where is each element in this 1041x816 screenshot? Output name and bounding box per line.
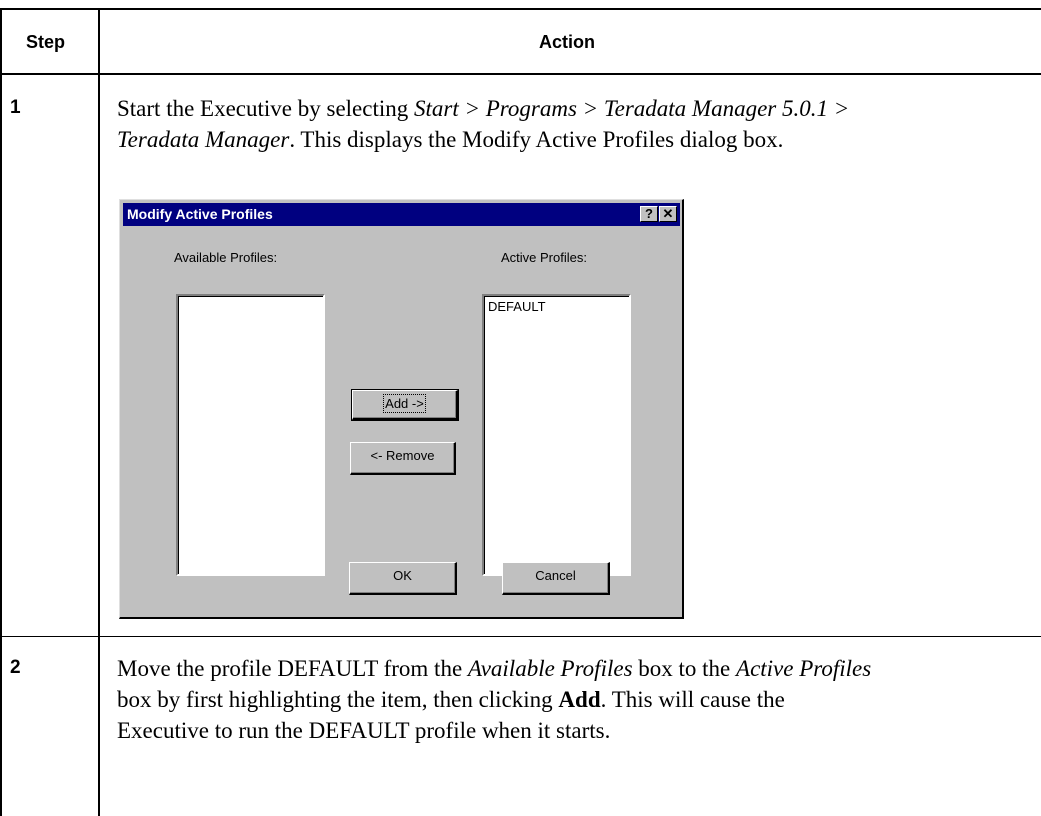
help-icon: ? bbox=[645, 206, 653, 221]
procedure-table: Step Action 1 Start the Executive by sel… bbox=[0, 0, 1041, 816]
available-profiles-label: Available Profiles: bbox=[174, 250, 278, 265]
header-bottom-rule bbox=[0, 73, 1041, 75]
dialog-titlebar: Modify Active Profiles ? ✕ bbox=[123, 203, 680, 226]
modify-active-profiles-dialog: Modify Active Profiles ? ✕ Available Pro… bbox=[119, 199, 684, 619]
step-2-line-3: Executive to run the DEFAULT profile whe… bbox=[117, 718, 611, 743]
step-number: 2 bbox=[10, 657, 21, 678]
column-header-step: Step bbox=[26, 32, 66, 52]
step-2-text: Move the profile DEFAULT from the Availa… bbox=[117, 653, 1037, 746]
remove-button[interactable]: <- Remove bbox=[350, 442, 456, 475]
step-1-line-2: Teradata Manager. This displays the Modi… bbox=[117, 127, 784, 152]
close-icon: ✕ bbox=[662, 206, 674, 221]
ok-button-label: OK bbox=[393, 568, 412, 583]
step-number: 1 bbox=[10, 97, 21, 118]
help-button[interactable]: ? bbox=[640, 206, 658, 222]
cancel-button[interactable]: Cancel bbox=[502, 562, 610, 595]
active-profiles-label: Active Profiles: bbox=[501, 250, 587, 265]
table-left-border bbox=[0, 10, 2, 816]
dialog-title: Modify Active Profiles bbox=[127, 206, 273, 222]
active-profiles-listbox[interactable]: DEFAULT bbox=[482, 294, 631, 576]
row-divider bbox=[0, 636, 1041, 637]
remove-button-label: <- Remove bbox=[370, 448, 435, 463]
available-profiles-listbox[interactable] bbox=[176, 294, 325, 576]
cancel-button-label: Cancel bbox=[535, 568, 576, 583]
list-item[interactable]: DEFAULT bbox=[488, 299, 546, 314]
step-1-line-1: Start the Executive by selecting Start >… bbox=[117, 96, 850, 121]
step-1-text: Start the Executive by selecting Start >… bbox=[117, 93, 1037, 155]
add-button[interactable]: Add -> bbox=[351, 389, 459, 421]
column-divider bbox=[98, 10, 100, 816]
add-button-label: Add -> bbox=[383, 394, 426, 413]
step-2-line-1: Move the profile DEFAULT from the Availa… bbox=[117, 656, 872, 681]
step-2-line-2: box by first highlighting the item, then… bbox=[117, 687, 785, 712]
close-button[interactable]: ✕ bbox=[659, 206, 677, 222]
table-top-rule bbox=[0, 8, 1041, 10]
column-header-action: Action bbox=[539, 32, 595, 52]
ok-button[interactable]: OK bbox=[349, 562, 457, 595]
